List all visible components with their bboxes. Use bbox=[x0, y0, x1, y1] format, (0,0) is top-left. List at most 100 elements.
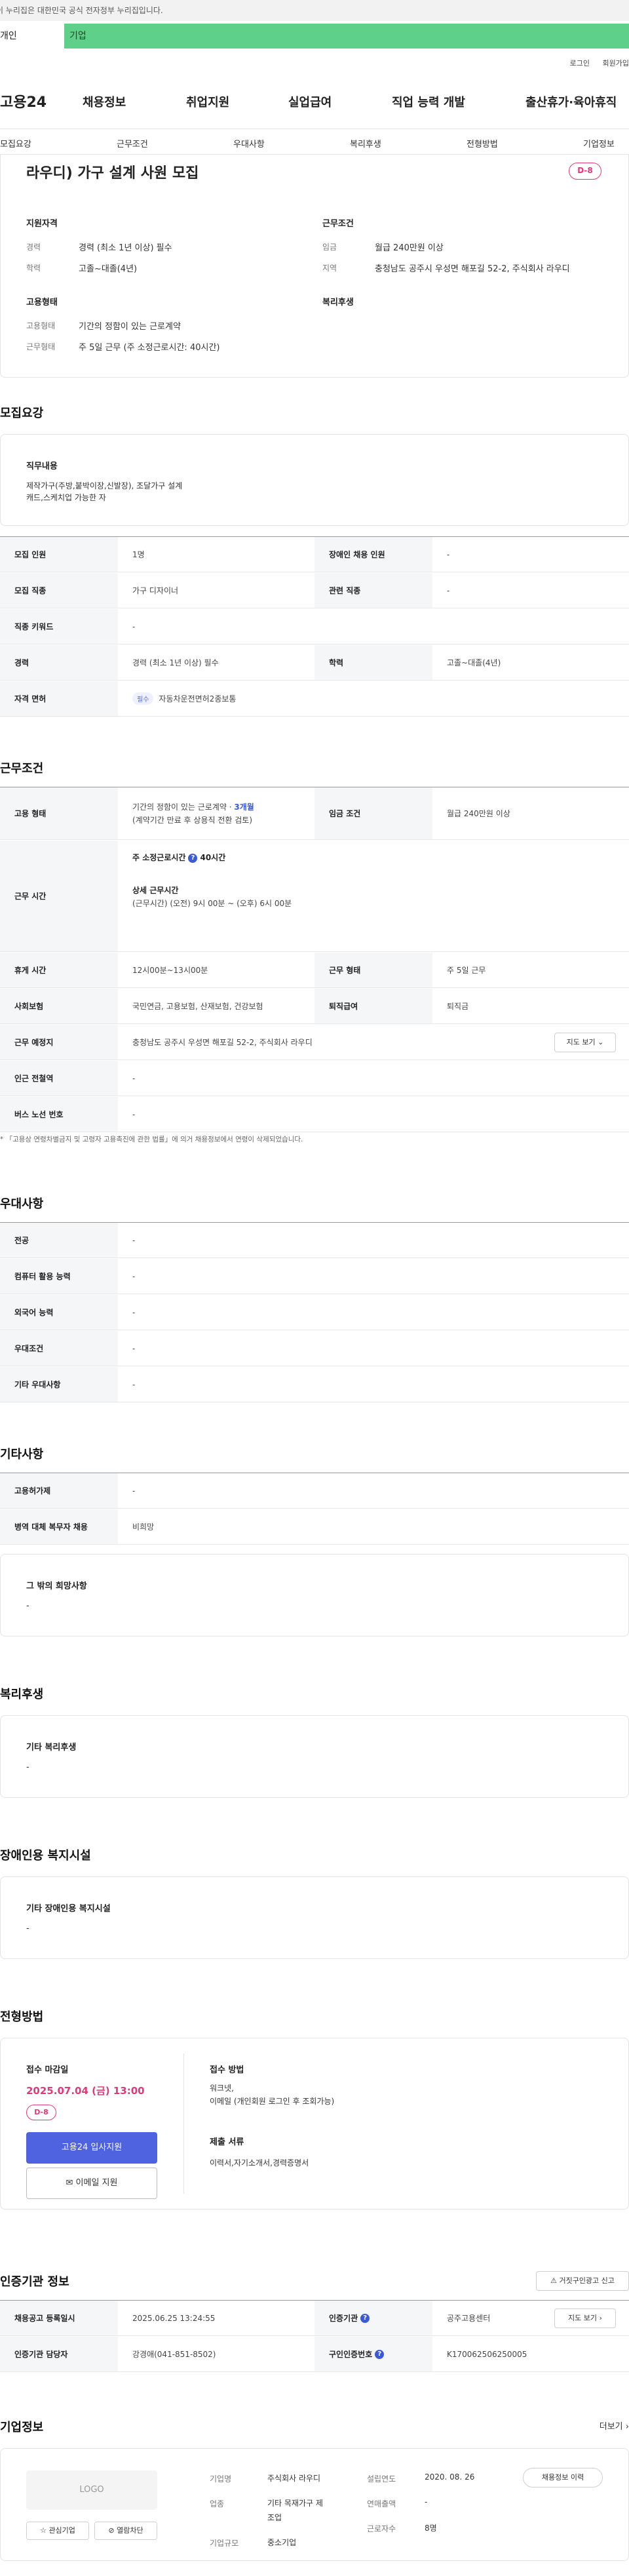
company-size-label: 기업규모 bbox=[210, 2539, 239, 2548]
welfare-section-title: 복리후생 bbox=[0, 1688, 44, 1701]
report-button-label: 거짓구인광고 신고 bbox=[559, 2276, 615, 2285]
row-label: 외국어 능력 bbox=[0, 1295, 118, 1330]
table-row: 전공 - bbox=[0, 1223, 629, 1258]
employment-heading: 고용형태 bbox=[26, 298, 58, 307]
row-label: 퇴직급여 bbox=[314, 989, 432, 1023]
row-label: 근무 시간 bbox=[0, 841, 118, 951]
tab-welfare[interactable]: 복리후생 bbox=[350, 137, 381, 149]
wage-value: 월급 240만원 이상 bbox=[375, 243, 444, 253]
other-wishes-value: - bbox=[26, 1601, 29, 1611]
row-value: - bbox=[132, 622, 136, 631]
recruit-section-title: 모집요강 bbox=[0, 406, 44, 420]
row-value: 12시00분~13시00분 bbox=[132, 966, 208, 975]
tab-preferences[interactable]: 우대사항 bbox=[233, 137, 265, 149]
gov-banner: 이 누리집은 대한민국 공식 전자정부 누리집입니다. bbox=[0, 0, 629, 21]
dday-badge: D-8 bbox=[26, 2105, 56, 2120]
siren-icon: ⚠ bbox=[550, 2276, 557, 2285]
tab-screening[interactable]: 전형방법 bbox=[467, 137, 498, 149]
nav-item-unemployment-benefit[interactable]: 실업급여 bbox=[288, 93, 332, 110]
job-desc-line-1: 제작가구(주방,붙박이장,신발장), 조달가구 설계 bbox=[26, 481, 183, 490]
welfare-card bbox=[0, 1715, 629, 1798]
table-row: 인증기관 담당자 강경애(041-851-8502) 구인인증번호? K1700… bbox=[0, 2337, 629, 2372]
emp-type-line-1: 기간의 정함이 있는 근로계약 · 3개월 bbox=[132, 801, 254, 814]
role-tabs: 개인 기업 bbox=[0, 24, 629, 49]
region-label: 지역 bbox=[322, 264, 337, 273]
employees-label: 근로자수 bbox=[367, 2524, 396, 2533]
row-label: 고용 형태 bbox=[0, 787, 118, 839]
email-apply-button[interactable]: ✉ 이메일 지원 bbox=[26, 2168, 157, 2199]
gov-banner-text: 이 누리집은 대한민국 공식 전자정부 누리집입니다. bbox=[0, 6, 163, 15]
job-history-button[interactable]: 채용정보 이력 bbox=[523, 2468, 603, 2487]
table-row: 채용공고 등록일시 2025.06.25 13:24:55 인증기관? 공주고용… bbox=[0, 2301, 629, 2336]
email-apply-label: 이메일 지원 bbox=[75, 2178, 118, 2188]
nav-item-jobs[interactable]: 채용정보 bbox=[83, 93, 126, 110]
row-label: 채용공고 등록일시 bbox=[0, 2301, 118, 2335]
disabled-section-title: 장애인용 복지시설 bbox=[0, 1849, 91, 1863]
tab-company-info[interactable]: 기업정보 bbox=[583, 137, 615, 149]
welfare-heading: 복리후생 bbox=[322, 298, 354, 307]
nav-item-vocational-training[interactable]: 직업 능력 개발 bbox=[392, 93, 465, 110]
row-value: 필수 자동차운전면허2종보통 bbox=[132, 681, 236, 716]
row-value: 공주고용센터 bbox=[447, 2314, 491, 2323]
tab-personal[interactable]: 개인 bbox=[0, 24, 64, 49]
table-row: 휴게 시간 12시00분~13시00분 근무 형태 주 5일 근무 bbox=[0, 953, 629, 988]
contract-period: 3개월 bbox=[234, 802, 254, 812]
row-value: 주 5일 근무 bbox=[447, 966, 486, 975]
more-link[interactable]: 더보기 › bbox=[600, 2419, 629, 2432]
report-button[interactable]: ⚠ 거짓구인광고 신고 bbox=[536, 2271, 629, 2291]
help-icon[interactable]: ? bbox=[360, 2313, 370, 2323]
weekly-hours: 주 소정근로시간? 40시간 bbox=[132, 851, 292, 864]
row-label: 사회보험 bbox=[0, 989, 118, 1023]
row-value: - bbox=[447, 585, 450, 595]
site-logo[interactable]: 고용24 bbox=[0, 90, 47, 111]
etc-section-title: 기타사항 bbox=[0, 1448, 44, 1461]
deadline-heading: 접수 마감일 bbox=[26, 2065, 69, 2075]
career-label: 경력 bbox=[26, 243, 41, 252]
table-row: 고용 형태 기간의 정함이 있는 근로계약 · 3개월 (계약기간 만료 후 상… bbox=[0, 787, 629, 840]
block-company-button[interactable]: ⊘ 열람차단 bbox=[94, 2522, 157, 2540]
favorite-company-button[interactable]: ☆ 관심기업 bbox=[26, 2522, 89, 2540]
row-value: 2025.06.25 13:24:55 bbox=[132, 2313, 216, 2323]
nav-item-employment-support[interactable]: 취업지원 bbox=[186, 93, 229, 110]
map-button[interactable]: 지도 보기 › bbox=[554, 2308, 616, 2328]
apply-button[interactable]: 고용24 입사지원 bbox=[26, 2132, 157, 2164]
row-value: 주 소정근로시간? 40시간 상세 근무시간 (근무시간) (오전) 9시 00분… bbox=[132, 841, 292, 951]
tab-work-conditions[interactable]: 근무조건 bbox=[117, 137, 148, 149]
documents-value: 이력서,자기소개서,경력증명서 bbox=[210, 2158, 309, 2168]
table-row: 병역 대체 복무자 채용 비희망 bbox=[0, 1509, 629, 1545]
employees-value: 8명 bbox=[425, 2524, 437, 2533]
table-row: 우대조건 - bbox=[0, 1331, 629, 1366]
row-value: 고졸~대졸(4년) bbox=[447, 658, 501, 667]
row-label: 학력 bbox=[314, 645, 432, 680]
row-label: 버스 노선 번호 bbox=[0, 1097, 118, 1132]
emp-type-text: 기간의 정함이 있는 근로계약 · bbox=[132, 802, 235, 812]
signup-link[interactable]: 회원가입 bbox=[603, 59, 629, 68]
row-label: 인근 전철역 bbox=[0, 1061, 118, 1096]
company-name-value: 주식회사 라우디 bbox=[267, 2474, 321, 2483]
row-value: - bbox=[447, 549, 450, 559]
row-value: - bbox=[132, 1486, 136, 1496]
login-link[interactable]: 로그인 bbox=[570, 59, 590, 68]
tab-company[interactable]: 기업 bbox=[64, 24, 629, 49]
tab-recruit[interactable]: 모집요강 bbox=[0, 137, 31, 149]
weekly-hours-value: 40시간 bbox=[200, 853, 226, 862]
disabled-etc-heading: 기타 장애인용 복지시설 bbox=[26, 1904, 111, 1914]
career-value: 경력 (최소 1년 이상) 필수 bbox=[79, 243, 172, 253]
more-label: 더보기 bbox=[599, 2422, 623, 2432]
row-label: 병역 대체 복무자 채용 bbox=[0, 1509, 118, 1544]
table-row: 근무 예정지 충청남도 공주시 우성면 해포길 52-2, 주식회사 라우디 지… bbox=[0, 1025, 629, 1060]
nav-item-parental-leave[interactable]: 출산휴가·육아휴직 bbox=[525, 93, 617, 110]
map-button-label: 지도 보기 bbox=[568, 2314, 598, 2322]
other-wishes-heading: 그 밖의 희망사항 bbox=[26, 1581, 87, 1591]
table-row: 외국어 능력 - bbox=[0, 1295, 629, 1330]
table-row: 자격 면허 필수 자동차운전면허2종보통 bbox=[0, 681, 629, 717]
help-icon[interactable]: ? bbox=[375, 2349, 385, 2359]
row-value: 국민연금, 고용보험, 산재보험, 건강보험 bbox=[132, 1002, 263, 1011]
row-value: 충청남도 공주시 우성면 해포길 52-2, 주식회사 라우디 bbox=[132, 1038, 313, 1047]
row-label: 모집 직종 bbox=[0, 573, 118, 608]
other-wishes-card bbox=[0, 1554, 629, 1636]
help-icon[interactable]: ? bbox=[188, 853, 198, 863]
row-label: 컴퓨터 활용 능력 bbox=[0, 1259, 118, 1294]
map-button[interactable]: 지도 보기 ⌄ bbox=[554, 1033, 616, 1052]
method-line-1: 워크넷, bbox=[210, 2084, 234, 2093]
